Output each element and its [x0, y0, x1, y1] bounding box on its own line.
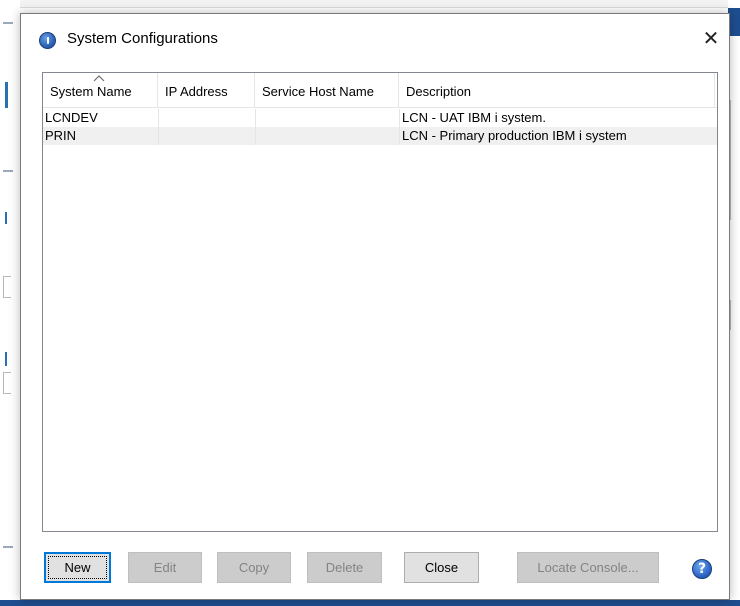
locate-console-button-label: Locate Console...: [537, 560, 639, 575]
background-accent: [5, 82, 8, 108]
system-configurations-dialog: System Configurations ✕ System Name IP A…: [20, 13, 730, 600]
column-header-service-host-name[interactable]: Service Host Name: [255, 73, 399, 108]
column-header-description[interactable]: Description: [399, 73, 715, 108]
close-button-label: Close: [424, 560, 459, 575]
background-tick: [3, 546, 13, 548]
edit-button[interactable]: Edit: [128, 552, 202, 583]
cell-description: LCN - Primary production IBM i system: [402, 128, 627, 143]
delete-button[interactable]: Delete: [307, 552, 382, 583]
background-accent: [5, 352, 7, 366]
help-icon[interactable]: ?: [692, 559, 712, 579]
column-header-label: System Name: [50, 84, 132, 99]
column-header-label: Description: [406, 84, 472, 99]
delete-button-label: Delete: [325, 560, 364, 575]
edit-button-label: Edit: [153, 560, 177, 575]
background-tick: [3, 170, 13, 172]
table-row[interactable]: LCNDEV LCN - UAT IBM i system.: [43, 109, 717, 127]
background-line: [730, 300, 731, 330]
column-header-system-name[interactable]: System Name: [43, 73, 158, 108]
cell-description: LCN - UAT IBM i system.: [402, 110, 546, 125]
table-header: System Name IP Address Service Host Name…: [43, 73, 717, 108]
cell-service-host-name: [256, 109, 399, 127]
table-row[interactable]: PRIN LCN - Primary production IBM i syst…: [43, 127, 717, 145]
dialog-title: System Configurations: [67, 30, 218, 47]
cell-ip-address: [159, 109, 255, 127]
cell-system-name: PRIN: [45, 128, 77, 143]
cell-service-host-name: [256, 127, 399, 145]
background-field: [3, 276, 11, 298]
new-button[interactable]: New: [44, 552, 111, 583]
ibm-i-access-icon: [39, 32, 56, 49]
column-header-ip-address[interactable]: IP Address: [158, 73, 255, 108]
column-header-label: IP Address: [165, 84, 228, 99]
background-line: [730, 100, 731, 220]
cell-system-name: LCNDEV: [45, 110, 98, 125]
copy-button[interactable]: Copy: [217, 552, 291, 583]
focus-rectangle: [48, 556, 107, 579]
locate-console-button[interactable]: Locate Console...: [517, 552, 659, 583]
system-table: System Name IP Address Service Host Name…: [42, 72, 718, 532]
column-header-label: Service Host Name: [262, 84, 374, 99]
copy-button-label: Copy: [238, 560, 270, 575]
sort-ascending-icon: [93, 75, 105, 82]
background-window-strip: [0, 0, 740, 8]
background-accent: [5, 212, 7, 224]
background-app-left-edge: [0, 0, 20, 606]
close-icon[interactable]: ✕: [699, 24, 723, 52]
cell-ip-address: [159, 127, 255, 145]
title-bar: System Configurations ✕: [21, 14, 729, 66]
background-taskbar-strip: [0, 600, 740, 606]
background-field: [3, 372, 11, 394]
background-tick: [3, 22, 13, 24]
close-button[interactable]: Close: [404, 552, 479, 583]
